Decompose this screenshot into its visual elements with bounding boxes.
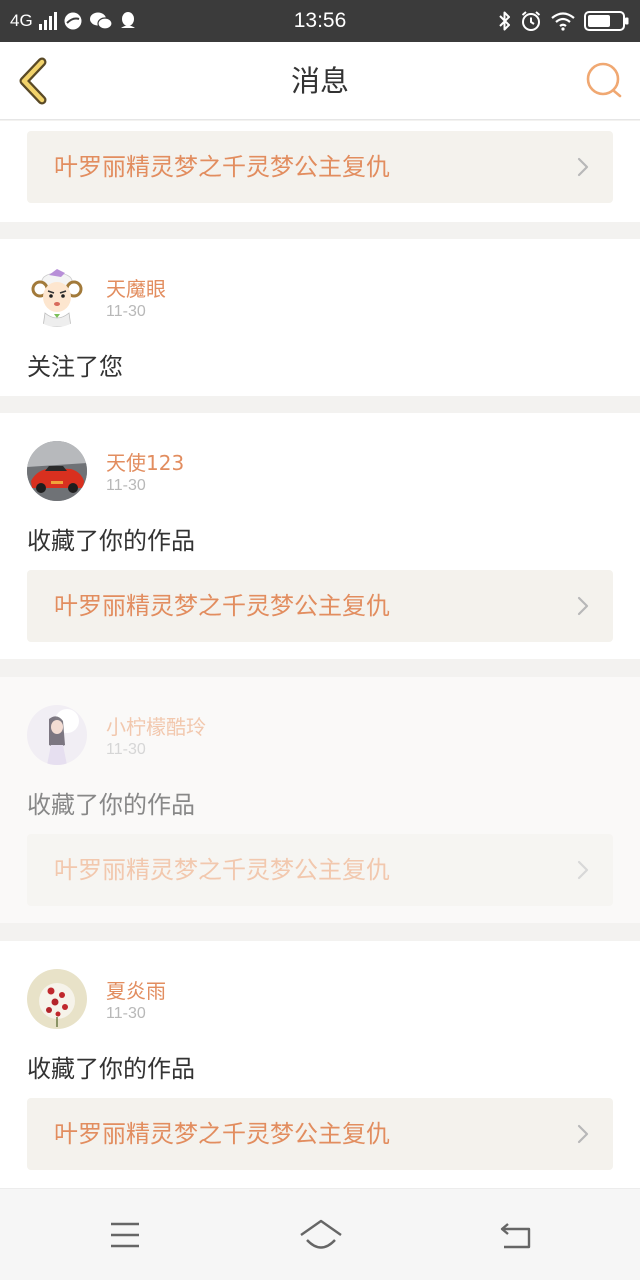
bluetooth-icon xyxy=(499,11,510,31)
page-title: 消息 xyxy=(290,64,349,98)
work-title: 叶罗丽精灵梦之千灵梦公主复仇 xyxy=(54,592,390,620)
work-title: 叶罗丽精灵梦之千灵梦公主复仇 xyxy=(54,856,390,884)
work-link[interactable]: 叶罗丽精灵梦之千灵梦公主复仇 xyxy=(27,570,613,642)
message-card[interactable]: 夏炎雨 11-30 收藏了你的作品 叶罗丽精灵梦之千灵梦公主复仇 xyxy=(0,941,640,1188)
avatar[interactable] xyxy=(27,267,87,327)
message-date: 11-30 xyxy=(106,477,146,494)
message-date: 11-30 xyxy=(106,1005,146,1022)
message-action: 收藏了你的作品 xyxy=(27,1055,195,1083)
system-nav-bar xyxy=(0,1188,640,1280)
battery-icon xyxy=(584,11,629,31)
username[interactable]: 小柠檬酷玲 xyxy=(106,711,206,740)
avatar[interactable] xyxy=(27,441,87,501)
avatar[interactable] xyxy=(27,705,87,765)
chevron-right-icon xyxy=(577,860,589,880)
work-link[interactable]: 叶罗丽精灵梦之千灵梦公主复仇 xyxy=(27,834,613,906)
message-action: 收藏了你的作品 xyxy=(27,527,195,555)
red-car-avatar xyxy=(27,441,87,501)
app-header: 消息 xyxy=(0,42,640,120)
username[interactable]: 天使123 xyxy=(106,447,184,476)
work-link[interactable]: 叶罗丽精灵梦之千灵梦公主复仇 xyxy=(27,1098,613,1170)
username[interactable]: 夏炎雨 xyxy=(106,975,166,1004)
message-card[interactable]: 天使123 11-30 收藏了你的作品 叶罗丽精灵梦之千灵梦公主复仇 xyxy=(0,413,640,659)
status-right xyxy=(498,0,630,42)
work-link[interactable]: 叶罗丽精灵梦之千灵梦公主复仇 xyxy=(27,131,613,203)
home-button[interactable] xyxy=(298,1215,344,1255)
message-action: 收藏了你的作品 xyxy=(27,791,195,819)
alarm-icon xyxy=(521,11,541,31)
username[interactable]: 天魔眼 xyxy=(106,273,166,302)
wifi-icon xyxy=(551,12,575,31)
menu-button[interactable] xyxy=(105,1215,145,1255)
girl-photo-avatar xyxy=(27,705,87,765)
sheep-cartoon-avatar xyxy=(27,267,87,327)
status-bar: 4G 13:56 xyxy=(0,0,640,42)
back-icon xyxy=(500,1223,531,1249)
chevron-right-icon xyxy=(577,596,589,616)
avatar[interactable] xyxy=(27,969,87,1029)
chevron-right-icon xyxy=(577,1124,589,1144)
search-icon xyxy=(586,62,622,98)
search-button[interactable] xyxy=(584,60,626,102)
message-date: 11-30 xyxy=(106,303,146,320)
chevron-right-icon xyxy=(577,157,589,177)
message-card: 叶罗丽精灵梦之千灵梦公主复仇 xyxy=(0,121,640,222)
message-date: 11-30 xyxy=(106,741,146,758)
work-title: 叶罗丽精灵梦之千灵梦公主复仇 xyxy=(54,1120,390,1148)
message-action: 关注了您 xyxy=(27,353,123,381)
message-card[interactable]: 小柠檬酷玲 11-30 收藏了你的作品 叶罗丽精灵梦之千灵梦公主复仇 xyxy=(0,677,640,923)
message-list[interactable]: 叶罗丽精灵梦之千灵梦公主复仇 天魔眼 11-30 关注了您 天使123 11-3… xyxy=(0,121,640,1188)
work-title: 叶罗丽精灵梦之千灵梦公主复仇 xyxy=(54,153,390,181)
flowers-avatar xyxy=(27,969,87,1029)
back-nav-button[interactable] xyxy=(496,1215,536,1255)
home-icon xyxy=(300,1219,342,1249)
menu-icon xyxy=(111,1222,139,1248)
message-card[interactable]: 天魔眼 11-30 关注了您 xyxy=(0,239,640,396)
